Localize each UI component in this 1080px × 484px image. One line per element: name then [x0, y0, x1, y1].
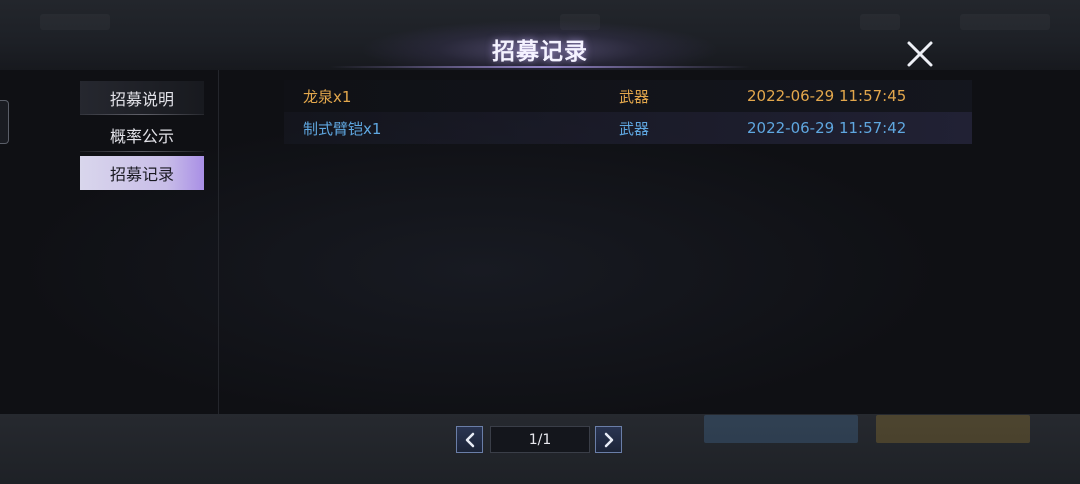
records-list: 龙泉x1 武器 2022-06-29 11:57:45 制式臂铠x1 武器 20…	[284, 80, 972, 144]
background-decoration	[876, 415, 1030, 443]
sidebar-item-label: 概率公示	[109, 127, 174, 146]
close-button[interactable]	[900, 36, 940, 72]
close-icon	[907, 41, 933, 67]
background-decoration	[40, 14, 110, 30]
title-underline	[330, 66, 750, 68]
record-item-type: 武器	[619, 119, 650, 138]
sidebar-item-label: 招募记录	[109, 165, 174, 184]
record-time: 2022-06-29 11:57:42	[747, 119, 907, 137]
sidebar-item-label: 招募说明	[109, 90, 174, 109]
chevron-left-icon	[465, 432, 474, 447]
table-row: 制式臂铠x1 武器 2022-06-29 11:57:42	[284, 112, 972, 144]
table-row: 龙泉x1 武器 2022-06-29 11:57:45	[284, 80, 972, 112]
chevron-right-icon	[604, 432, 613, 447]
previous-page-button[interactable]	[456, 426, 483, 453]
record-item-name: 制式臂铠x1	[303, 119, 382, 138]
background-decoration	[960, 14, 1050, 30]
background-decoration	[860, 14, 900, 30]
record-time: 2022-06-29 11:57:45	[747, 87, 907, 105]
sidebar-divider	[218, 70, 219, 414]
page-title: 招募记录	[492, 38, 588, 65]
page-indicator: 1/1	[490, 426, 590, 453]
next-page-button[interactable]	[595, 426, 622, 453]
background-decoration	[704, 415, 858, 443]
record-item-type: 武器	[619, 87, 650, 106]
side-tab-handle[interactable]	[0, 100, 9, 144]
page-number: 1/1	[528, 431, 552, 448]
record-item-name: 龙泉x1	[303, 87, 352, 106]
sidebar-item-probability[interactable]: 概率公示	[80, 118, 204, 152]
sidebar-item-recruit-records[interactable]: 招募记录	[80, 156, 204, 190]
sidebar-item-recruit-info[interactable]: 招募说明	[80, 81, 204, 115]
